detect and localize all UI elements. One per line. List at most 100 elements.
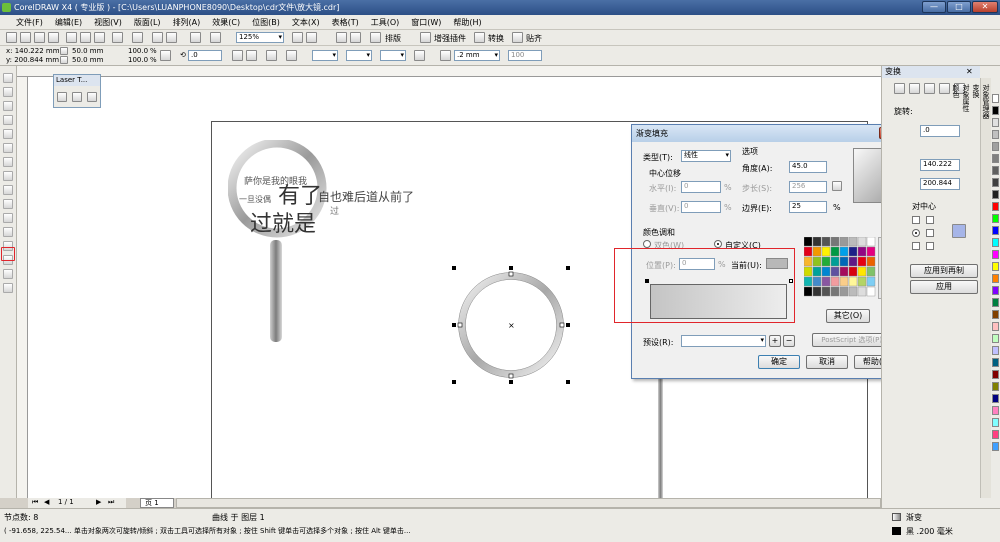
anchor-br[interactable]: [926, 242, 934, 250]
mirror-h-icon[interactable]: [232, 50, 243, 61]
palette-swatch[interactable]: [830, 286, 840, 297]
palette-swatch[interactable]: [830, 256, 840, 267]
anchor-tl[interactable]: [912, 216, 920, 224]
start-arrow-select[interactable]: [312, 50, 338, 61]
palette-color-swatch[interactable]: [992, 130, 999, 139]
outline-width-select[interactable]: .2 mm: [454, 50, 500, 61]
palette-swatch[interactable]: [848, 266, 858, 277]
palette-swatch[interactable]: [821, 246, 831, 257]
horizontal-ruler[interactable]: [17, 66, 881, 77]
steps-input[interactable]: 256: [789, 181, 827, 193]
palette-color-swatch[interactable]: [992, 334, 999, 343]
palette-swatch[interactable]: [857, 237, 867, 247]
preset-select[interactable]: [681, 335, 766, 347]
typeset-icon[interactable]: [370, 32, 381, 43]
palette-swatch[interactable]: [866, 246, 876, 257]
crop-tool-icon[interactable]: [3, 101, 13, 111]
arrow-start-icon[interactable]: [286, 50, 297, 61]
palette-swatch[interactable]: [848, 256, 858, 267]
laser-panel-title[interactable]: Laser T...: [54, 75, 100, 86]
palette-color-swatch[interactable]: [992, 94, 999, 103]
palette-swatch[interactable]: [857, 246, 867, 257]
mirror-v-icon[interactable]: [246, 50, 257, 61]
palette-color-swatch[interactable]: [992, 430, 999, 439]
snap-icon[interactable]: [336, 32, 347, 43]
snap-align-icon[interactable]: [512, 32, 523, 43]
edge-pad-input[interactable]: 25: [789, 201, 827, 213]
palette-swatch[interactable]: [866, 276, 876, 287]
palette-color-swatch[interactable]: [992, 418, 999, 427]
palette-color-swatch[interactable]: [992, 202, 999, 211]
palette-swatch[interactable]: [812, 246, 822, 257]
y-position[interactable]: y: 200.844 mm: [6, 56, 59, 64]
anchor-tr[interactable]: [926, 216, 934, 224]
lock-ratio-icon[interactable]: [160, 50, 171, 61]
palette-swatch[interactable]: [857, 266, 867, 277]
shape-tool-icon[interactable]: [3, 87, 13, 97]
add-preset-button[interactable]: +: [769, 335, 781, 347]
laser-tool-icon-2[interactable]: [72, 92, 82, 102]
interactive-fill-tool-icon[interactable]: [3, 283, 13, 293]
page-tab[interactable]: 页 1: [140, 498, 174, 508]
palette-swatch[interactable]: [804, 237, 813, 247]
palette-color-swatch[interactable]: [992, 106, 999, 115]
horizontal-scrollbar[interactable]: [176, 498, 881, 508]
palette-swatch[interactable]: [857, 256, 867, 267]
palette-swatch[interactable]: [812, 237, 822, 247]
palette-swatch[interactable]: [848, 286, 858, 297]
two-color-radio[interactable]: [643, 240, 651, 248]
palette-swatch[interactable]: [866, 266, 876, 277]
anchor-center[interactable]: [912, 229, 920, 237]
first-page-icon[interactable]: ⏮: [32, 498, 38, 507]
palette-color-swatch[interactable]: [992, 250, 999, 259]
palette-swatch[interactable]: [857, 286, 867, 297]
palette-swatch[interactable]: [804, 256, 813, 267]
close-curve-icon[interactable]: [414, 50, 425, 61]
steps-lock-icon[interactable]: [832, 181, 842, 191]
palette-swatch[interactable]: [812, 256, 822, 267]
smart-fill-tool-icon[interactable]: [3, 143, 13, 153]
laser-tool-icon-1[interactable]: [57, 92, 67, 102]
palette-swatch[interactable]: [812, 266, 822, 277]
menu-help[interactable]: 帮助(H): [447, 17, 487, 28]
palette-swatch[interactable]: [848, 246, 858, 257]
minimize-button[interactable]: —: [922, 1, 946, 13]
typeset-label[interactable]: 排版: [385, 33, 401, 44]
object-width[interactable]: 50.0 mm: [72, 47, 103, 55]
snap-align-label[interactable]: 贴齐: [526, 33, 542, 44]
laser-tool-icon-3[interactable]: [87, 92, 97, 102]
ok-button[interactable]: 确定: [758, 355, 800, 369]
last-page-icon[interactable]: ⏭: [108, 498, 114, 507]
palette-swatch[interactable]: [804, 276, 813, 287]
docker-close-icon[interactable]: ✕: [966, 67, 973, 76]
menu-view[interactable]: 视图(V): [88, 17, 128, 28]
rotate-tab-icon[interactable]: [909, 83, 920, 94]
convert-label[interactable]: 转换: [488, 33, 504, 44]
vertical-ruler[interactable]: [17, 77, 28, 498]
tab-transform[interactable]: 变换: [971, 84, 981, 492]
plugins-icon[interactable]: [420, 32, 431, 43]
menu-edit[interactable]: 编辑(E): [49, 17, 88, 28]
palette-color-swatch[interactable]: [992, 226, 999, 235]
palette-color-swatch[interactable]: [992, 298, 999, 307]
selected-ring-object[interactable]: ×: [448, 262, 574, 388]
palette-swatch[interactable]: [821, 237, 831, 247]
x-position[interactable]: x: 140.222 mm: [6, 47, 60, 55]
import-icon[interactable]: [152, 32, 163, 43]
menu-bitmaps[interactable]: 位图(B): [246, 17, 286, 28]
scale-y[interactable]: 100.0: [128, 56, 148, 64]
color-palette-grid[interactable]: [804, 237, 885, 299]
palette-swatch[interactable]: [821, 266, 831, 277]
palette-color-swatch[interactable]: [992, 442, 999, 451]
fill-indicator-icon[interactable]: [892, 513, 901, 521]
guidelines-icon[interactable]: [350, 32, 361, 43]
palette-color-swatch[interactable]: [992, 286, 999, 295]
palette-color-swatch[interactable]: [992, 310, 999, 319]
palette-swatch[interactable]: [866, 286, 876, 297]
palette-color-swatch[interactable]: [992, 358, 999, 367]
paste-icon[interactable]: [94, 32, 105, 43]
cancel-button[interactable]: 取消: [806, 355, 848, 369]
palette-swatch[interactable]: [830, 266, 840, 277]
palette-swatch[interactable]: [839, 246, 849, 257]
palette-swatch[interactable]: [839, 256, 849, 267]
